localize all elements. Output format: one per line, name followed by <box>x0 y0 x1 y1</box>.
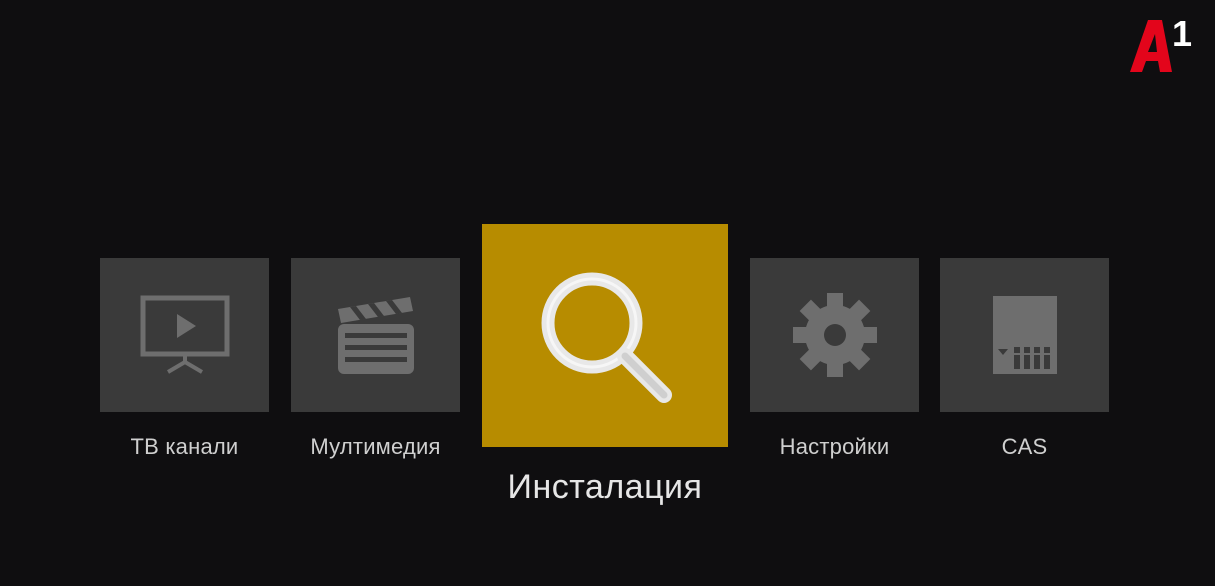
clapperboard-icon <box>336 295 416 375</box>
svg-text:1: 1 <box>1172 13 1192 54</box>
a1-logo: 1 <box>1126 6 1196 76</box>
menu-item-installation[interactable] <box>482 224 728 447</box>
main-menu-screen: 1 ТВ канали Мултимедия Инсталация Настро… <box>0 0 1215 586</box>
search-icon <box>530 261 680 411</box>
menu-label-settings: Настройки <box>779 434 890 459</box>
menu-label-installation: Инсталация <box>507 468 703 506</box>
tv-icon <box>140 295 230 375</box>
menu-item-cas[interactable] <box>940 258 1109 412</box>
menu-label-multimedia: Мултимедия <box>310 434 441 459</box>
menu-label-cas: CAS <box>1001 434 1048 459</box>
menu-item-settings[interactable] <box>750 258 919 412</box>
menu-item-multimedia[interactable] <box>291 258 460 412</box>
menu-label-tv-channels: ТВ канали <box>130 434 239 459</box>
gear-icon <box>792 292 878 378</box>
smartcard-icon <box>990 293 1060 377</box>
menu-item-tv-channels[interactable] <box>100 258 269 412</box>
